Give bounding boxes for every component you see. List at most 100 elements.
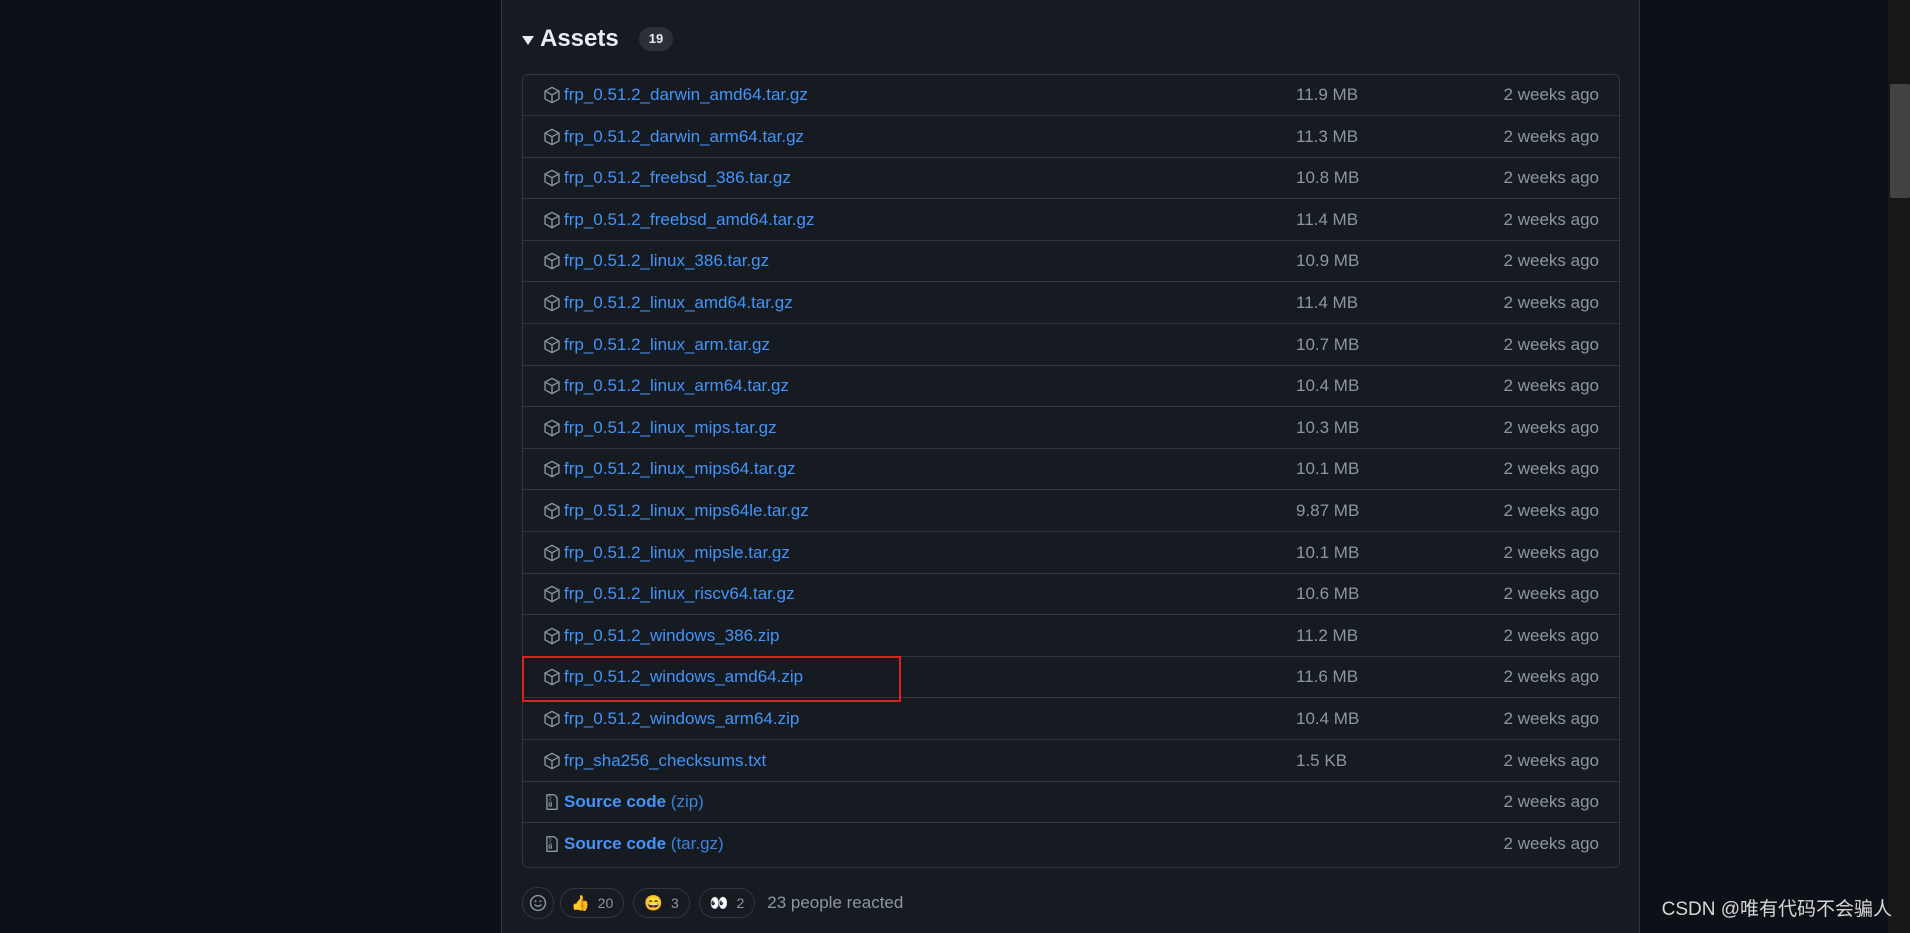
asset-link[interactable]: frp_0.51.2_linux_mipsle.tar.gz xyxy=(564,543,790,563)
asset-size: 11.4 MB xyxy=(1296,210,1359,229)
asset-date: 2 weeks ago xyxy=(1503,501,1599,520)
asset-date: 2 weeks ago xyxy=(1503,210,1599,229)
asset-link[interactable]: frp_0.51.2_linux_mips.tar.gz xyxy=(564,418,777,438)
asset-date: 2 weeks ago xyxy=(1503,667,1599,686)
asset-size: 9.87 MB xyxy=(1296,501,1360,520)
asset-size: 10.8 MB xyxy=(1296,168,1360,187)
package-icon xyxy=(543,544,561,562)
source-code-format: (tar.gz) xyxy=(670,834,724,853)
package-icon xyxy=(543,460,561,478)
asset-link[interactable]: frp_0.51.2_linux_386.tar.gz xyxy=(564,251,769,271)
smiley-icon xyxy=(529,894,547,912)
asset-link[interactable]: frp_0.51.2_linux_arm64.tar.gz xyxy=(564,376,789,396)
eyes-icon: 👀 xyxy=(709,894,729,912)
asset-link[interactable]: frp_0.51.2_freebsd_amd64.tar.gz xyxy=(564,210,814,230)
asset-row: frp_0.51.2_linux_386.tar.gz 10.9 MB 2 week… xyxy=(523,241,1619,282)
reaction-eyes[interactable]: 👀 2 xyxy=(698,888,756,918)
asset-link[interactable]: frp_0.51.2_freebsd_386.tar.gz xyxy=(564,168,791,188)
asset-date: 2 weeks ago xyxy=(1503,418,1599,437)
package-icon xyxy=(543,710,561,728)
asset-size: 11.4 MB xyxy=(1296,293,1359,312)
file-zip-icon xyxy=(543,793,561,811)
asset-date: 2 weeks ago xyxy=(1503,751,1599,770)
asset-row: frp_0.51.2_windows_arm64.zip 10.4 MB 2 wee… xyxy=(523,699,1619,740)
asset-link[interactable]: Source code (zip) xyxy=(564,792,704,812)
package-icon xyxy=(543,377,561,395)
package-icon xyxy=(543,252,561,270)
asset-row: frp_0.51.2_linux_mipsle.tar.gz 10.1 MB 2 w… xyxy=(523,533,1619,574)
assets-title: Assets xyxy=(540,25,619,52)
asset-link[interactable]: frp_0.51.2_linux_riscv64.tar.gz xyxy=(564,584,795,604)
package-icon xyxy=(543,585,561,603)
asset-date: 2 weeks ago xyxy=(1503,792,1599,811)
scrollbar-thumb[interactable] xyxy=(1890,84,1910,198)
package-icon xyxy=(543,294,561,312)
file-zip-icon xyxy=(543,835,561,853)
asset-row: frp_0.51.2_freebsd_386.tar.gz 10.8 MB 2 we… xyxy=(523,158,1619,199)
laugh-icon: 😄 xyxy=(644,894,663,912)
assets-header[interactable]: Assets 19 xyxy=(522,22,674,56)
thumbs-up-icon: 👍 xyxy=(571,894,590,912)
asset-link[interactable]: frp_0.51.2_linux_mips64le.tar.gz xyxy=(564,501,809,521)
asset-date: 2 weeks ago xyxy=(1503,709,1599,728)
source-code-label: Source code xyxy=(564,792,667,811)
reactions-summary[interactable]: 23 people reacted xyxy=(767,893,903,913)
asset-size: 11.2 MB xyxy=(1296,626,1359,645)
package-icon xyxy=(543,419,561,437)
asset-row: frp_0.51.2_freebsd_amd64.tar.gz 11.4 MB 2 … xyxy=(523,200,1619,241)
asset-link[interactable]: frp_0.51.2_windows_arm64.zip xyxy=(564,709,799,729)
reaction-laugh[interactable]: 😄 3 xyxy=(633,888,690,918)
asset-link[interactable]: frp_0.51.2_windows_386.zip xyxy=(564,626,779,646)
asset-row: Source code (zip) 2 weeks ago xyxy=(523,782,1619,823)
package-icon xyxy=(543,86,561,104)
asset-date: 2 weeks ago xyxy=(1503,251,1599,270)
asset-row: frp_0.51.2_linux_arm.tar.gz 10.7 MB 2 week… xyxy=(523,325,1619,366)
asset-row: frp_0.51.2_linux_mips.tar.gz 10.3 MB 2 wee… xyxy=(523,408,1619,449)
highlight-annotation-box xyxy=(522,656,901,702)
asset-row: frp_0.51.2_darwin_arm64.tar.gz 11.3 MB 2 w… xyxy=(523,117,1619,158)
reaction-thumbs-up[interactable]: 👍 20 xyxy=(560,888,625,918)
package-icon xyxy=(543,752,561,770)
asset-date: 2 weeks ago xyxy=(1503,834,1599,853)
asset-size: 11.6 MB xyxy=(1296,667,1359,686)
asset-size: 11.9 MB xyxy=(1296,85,1359,104)
asset-row: frp_sha256_checksums.txt 1.5 KB 2 weeks ag… xyxy=(523,741,1619,782)
source-code-format: (zip) xyxy=(670,792,704,811)
asset-size: 10.3 MB xyxy=(1296,418,1360,437)
watermark: CSDN @唯有代码不会骗人 xyxy=(1661,899,1892,920)
package-icon xyxy=(543,502,561,520)
package-icon xyxy=(543,336,561,354)
asset-link[interactable]: frp_0.51.2_darwin_amd64.tar.gz xyxy=(564,85,808,105)
asset-link[interactable]: frp_0.51.2_linux_mips64.tar.gz xyxy=(564,459,796,479)
asset-row: frp_0.51.2_linux_riscv64.tar.gz 10.6 MB 2 … xyxy=(523,574,1619,615)
reaction-count: 3 xyxy=(670,895,679,911)
asset-link[interactable]: frp_0.51.2_darwin_arm64.tar.gz xyxy=(564,127,804,147)
asset-size: 10.1 MB xyxy=(1296,543,1360,562)
asset-link[interactable]: frp_sha256_checksums.txt xyxy=(564,751,766,771)
package-icon xyxy=(543,211,561,229)
add-reaction-button[interactable] xyxy=(522,887,554,919)
reaction-count: 20 xyxy=(597,895,614,911)
assets-count-badge: 19 xyxy=(638,27,674,51)
asset-link[interactable]: Source code (tar.gz) xyxy=(564,834,724,854)
asset-date: 2 weeks ago xyxy=(1503,293,1599,312)
asset-date: 2 weeks ago xyxy=(1503,584,1599,603)
caret-down-icon[interactable] xyxy=(522,35,534,45)
asset-row: Source code (tar.gz) 2 weeks ago xyxy=(523,824,1619,865)
asset-row: frp_0.51.2_linux_mips64le.tar.gz 9.87 MB 2… xyxy=(523,491,1619,532)
asset-size: 10.4 MB xyxy=(1296,709,1360,728)
asset-date: 2 weeks ago xyxy=(1503,543,1599,562)
asset-size: 10.9 MB xyxy=(1296,251,1360,270)
page-right-border xyxy=(1639,0,1640,933)
asset-row: frp_0.51.2_windows_386.zip 11.2 MB 2 weeks… xyxy=(523,616,1619,657)
asset-date: 2 weeks ago xyxy=(1503,459,1599,478)
asset-size: 10.6 MB xyxy=(1296,584,1360,603)
asset-row: frp_0.51.2_linux_arm64.tar.gz 10.4 MB 2 we… xyxy=(523,366,1619,407)
asset-link[interactable]: frp_0.51.2_linux_arm.tar.gz xyxy=(564,335,770,355)
asset-size: 10.7 MB xyxy=(1296,335,1360,354)
asset-date: 2 weeks ago xyxy=(1503,335,1599,354)
asset-size: 11.3 MB xyxy=(1296,127,1359,146)
asset-date: 2 weeks ago xyxy=(1503,127,1599,146)
asset-link[interactable]: frp_0.51.2_linux_amd64.tar.gz xyxy=(564,293,793,313)
reactions-bar: 👍 20 😄 3 👀 2 23 people reacted xyxy=(522,887,903,919)
